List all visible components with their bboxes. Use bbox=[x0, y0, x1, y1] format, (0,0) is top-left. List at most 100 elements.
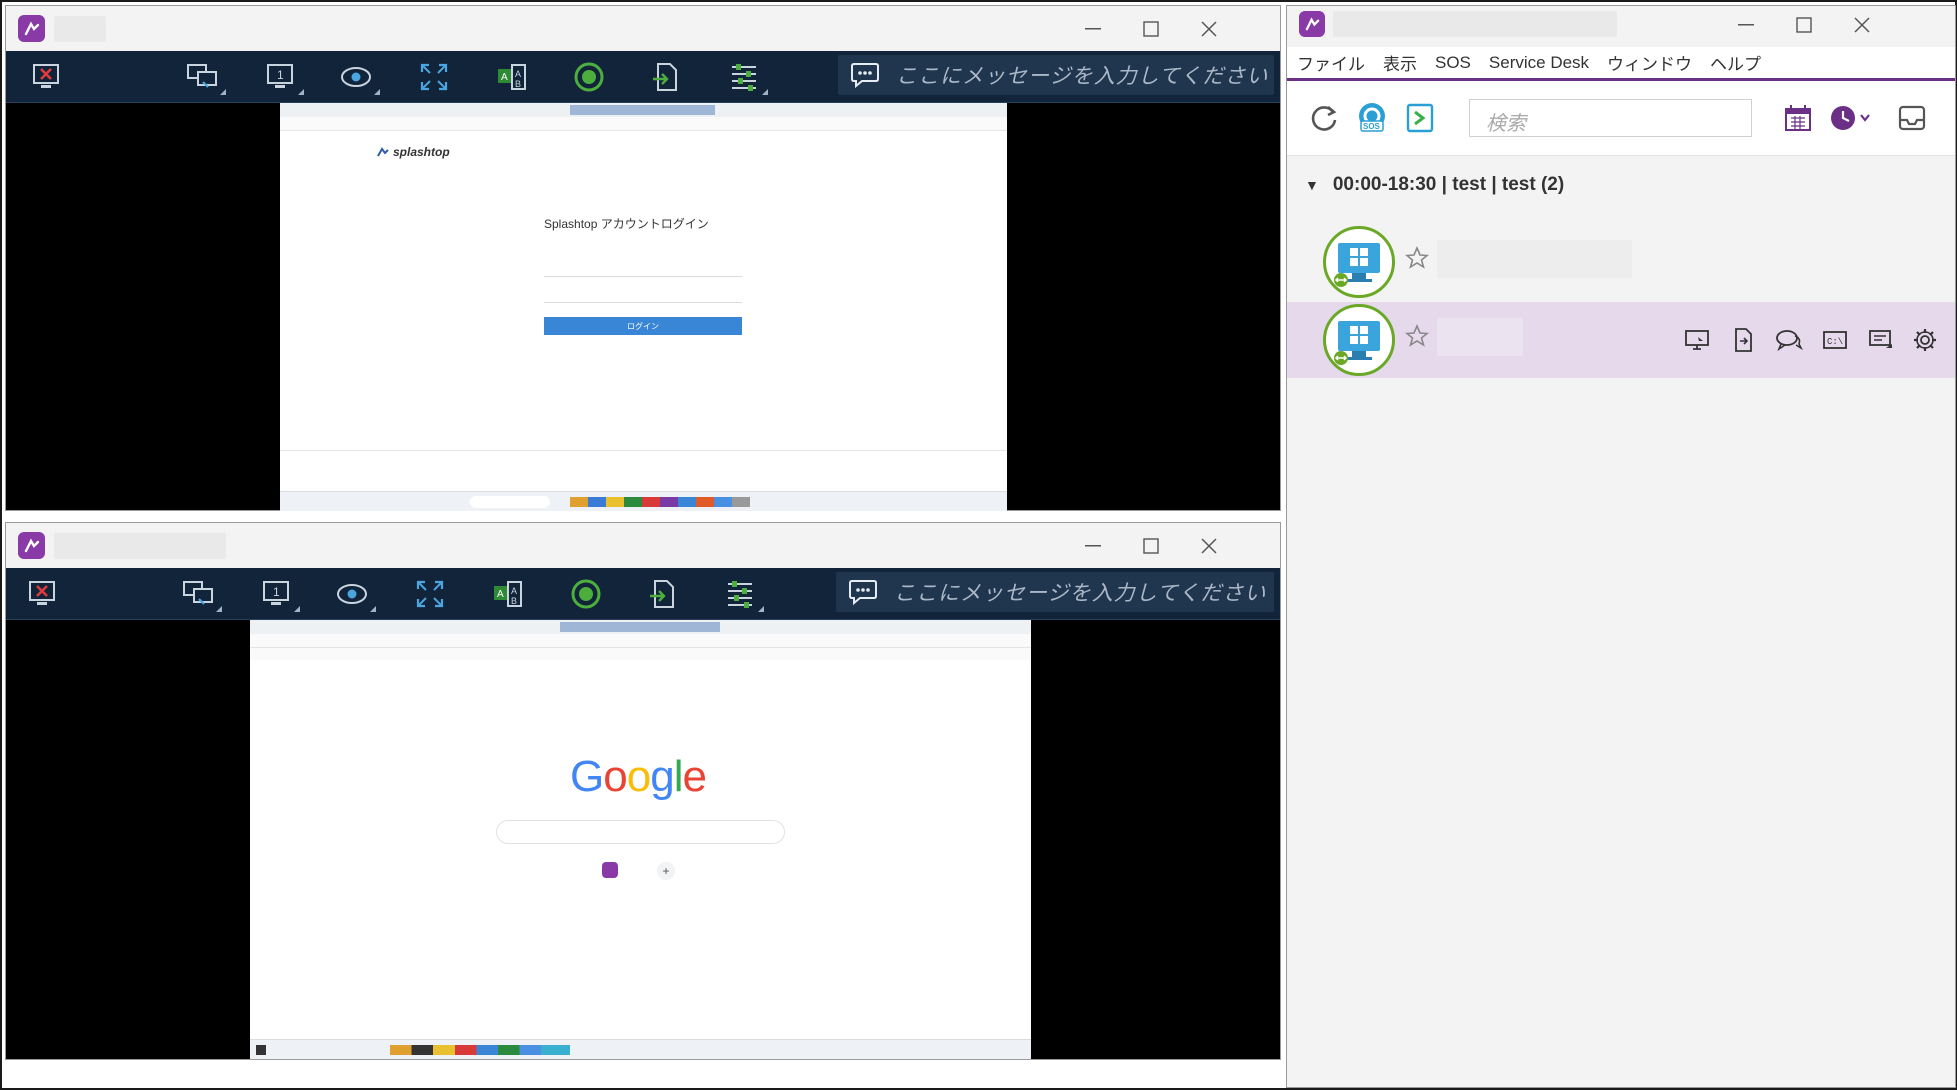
svg-text:C:\: C:\ bbox=[1827, 337, 1843, 347]
menu-file[interactable]: ファイル bbox=[1297, 50, 1365, 75]
refresh-icon[interactable] bbox=[1303, 97, 1345, 139]
computer-row[interactable] bbox=[1287, 224, 1955, 300]
remote-title-pill bbox=[560, 622, 720, 632]
remote-window-bottom: 1 AAB ここにメッセージを入力してください Google + bbox=[5, 522, 1281, 1060]
disconnect-icon[interactable] bbox=[26, 57, 66, 97]
splashtop-logo: splashtop bbox=[376, 145, 450, 159]
switch-monitor-icon[interactable] bbox=[178, 574, 222, 614]
favorite-star-icon[interactable] bbox=[1404, 245, 1433, 274]
maximize-button[interactable] bbox=[1122, 523, 1180, 568]
shortcut-splashtop-icon[interactable] bbox=[602, 862, 618, 878]
remote-title-pill bbox=[570, 105, 715, 115]
bookmarks-bar bbox=[250, 648, 1031, 660]
taskbar-apps bbox=[570, 497, 750, 507]
remote-connect-icon[interactable] bbox=[1399, 97, 1441, 139]
session-toolbar: 1 AAB ここにメッセージを入力してください bbox=[6, 568, 1280, 620]
app-titlebar bbox=[1287, 6, 1955, 44]
minimize-button[interactable] bbox=[1064, 523, 1122, 568]
computer-group-header[interactable]: ▼ 00:00-18:30 | test | test (2) bbox=[1305, 174, 1564, 196]
close-button[interactable] bbox=[1180, 523, 1238, 568]
close-button[interactable] bbox=[1833, 6, 1891, 44]
view-only-eye-icon[interactable] bbox=[336, 57, 380, 97]
file-transfer-icon[interactable] bbox=[1729, 326, 1757, 354]
close-button[interactable] bbox=[1180, 6, 1238, 51]
settings-gear-icon[interactable] bbox=[1911, 326, 1939, 354]
svg-text:A: A bbox=[501, 72, 508, 83]
computer-name-redacted bbox=[1437, 318, 1523, 356]
remote-screen-bottom[interactable]: Google + bbox=[250, 620, 1031, 1059]
switch-monitor-icon[interactable] bbox=[182, 57, 226, 97]
menu-view[interactable]: 表示 bbox=[1383, 50, 1417, 75]
windows-computer-icon bbox=[1323, 226, 1395, 298]
settings-list-icon[interactable] bbox=[724, 57, 768, 97]
chat-input-placeholder[interactable]: ここにメッセージを入力してください bbox=[894, 577, 1266, 607]
app-logo-icon bbox=[18, 532, 45, 559]
taskbar-apps bbox=[390, 1045, 570, 1055]
google-logo: Google bbox=[570, 752, 707, 802]
app-logo-icon bbox=[18, 15, 45, 42]
command-prompt-icon[interactable]: C:\ bbox=[1821, 326, 1849, 354]
remote-desktop-icon[interactable] bbox=[1683, 326, 1711, 354]
browser-addressbar bbox=[250, 634, 1031, 648]
google-logo-letter: g bbox=[650, 752, 675, 801]
chat-bubble-icon bbox=[846, 575, 880, 609]
remote-taskbar bbox=[250, 1039, 1031, 1059]
remote-command-icon[interactable] bbox=[1867, 326, 1895, 354]
file-transfer-icon[interactable] bbox=[643, 574, 683, 614]
menu-window[interactable]: ウィンドウ bbox=[1607, 50, 1692, 75]
favorite-star-icon[interactable] bbox=[1404, 323, 1433, 352]
windows-computer-icon bbox=[1323, 304, 1395, 376]
record-circle-icon[interactable] bbox=[566, 574, 606, 614]
calendar-icon[interactable] bbox=[1777, 97, 1819, 139]
maximize-button[interactable] bbox=[1122, 6, 1180, 51]
svg-text:1: 1 bbox=[277, 68, 284, 82]
maximize-button[interactable] bbox=[1775, 6, 1833, 44]
monitor-1-icon[interactable]: 1 bbox=[256, 574, 300, 614]
add-shortcut-icon[interactable]: + bbox=[657, 862, 675, 880]
file-transfer-icon[interactable] bbox=[646, 57, 686, 97]
screenshot-frame: 1 AAB ここにメッセージを入力してください splashtop Splash… bbox=[0, 0, 1957, 1090]
window-title-redacted bbox=[54, 16, 106, 42]
fullscreen-icon[interactable] bbox=[414, 57, 454, 97]
record-circle-icon[interactable] bbox=[569, 57, 609, 97]
disconnect-icon[interactable] bbox=[22, 574, 62, 614]
chat-message-box[interactable]: ここにメッセージを入力してください bbox=[836, 572, 1274, 612]
svg-text:SOS: SOS bbox=[1363, 122, 1381, 131]
chat-icon[interactable] bbox=[1775, 326, 1803, 354]
email-field[interactable] bbox=[544, 263, 742, 277]
menu-service-desk[interactable]: Service Desk bbox=[1489, 53, 1589, 73]
session-toolbar: 1 AAB ここにメッセージを入力してください bbox=[6, 51, 1280, 103]
google-search-box[interactable] bbox=[496, 820, 785, 844]
remote-screen-top[interactable]: splashtop Splashtop アカウントログイン ログイン bbox=[280, 103, 1007, 511]
search-input[interactable]: 検索 bbox=[1469, 99, 1752, 137]
svg-text:B: B bbox=[515, 79, 521, 89]
file-transfer-ab-icon[interactable]: AAB bbox=[492, 57, 532, 97]
collapse-triangle-icon[interactable]: ▼ bbox=[1305, 177, 1319, 193]
password-field[interactable] bbox=[544, 289, 742, 303]
splashtop-logo-text: splashtop bbox=[393, 145, 450, 159]
app-logo-icon bbox=[1299, 11, 1325, 37]
chat-input-placeholder[interactable]: ここにメッセージを入力してください bbox=[896, 60, 1268, 90]
history-clock-icon[interactable] bbox=[1823, 97, 1879, 139]
svg-text:A: A bbox=[515, 69, 521, 79]
login-button[interactable]: ログイン bbox=[544, 317, 742, 335]
menu-help[interactable]: ヘルプ bbox=[1710, 50, 1761, 75]
chat-message-box[interactable]: ここにメッセージを入力してください bbox=[838, 55, 1274, 95]
remote-window-top: 1 AAB ここにメッセージを入力してください splashtop Splash… bbox=[5, 5, 1281, 511]
sos-icon[interactable]: SOS bbox=[1351, 97, 1393, 139]
file-transfer-ab-icon[interactable]: AAB bbox=[488, 574, 528, 614]
monitor-1-icon[interactable]: 1 bbox=[260, 57, 304, 97]
inbox-icon[interactable] bbox=[1891, 97, 1933, 139]
settings-list-icon[interactable] bbox=[720, 574, 764, 614]
computer-row-selected[interactable]: C:\ bbox=[1287, 302, 1955, 378]
computer-name-redacted bbox=[1437, 240, 1632, 278]
minimize-button[interactable] bbox=[1717, 6, 1775, 44]
fullscreen-icon[interactable] bbox=[410, 574, 450, 614]
minimize-button[interactable] bbox=[1064, 6, 1122, 51]
menu-bar: ファイル 表示 SOS Service Desk ウィンドウ ヘルプ bbox=[1287, 47, 1955, 81]
login-title: Splashtop アカウントログイン bbox=[544, 217, 709, 231]
menu-sos[interactable]: SOS bbox=[1435, 53, 1471, 73]
app-toolbar: SOS 検索 bbox=[1287, 81, 1955, 156]
view-only-eye-icon[interactable] bbox=[332, 574, 376, 614]
svg-text:B: B bbox=[511, 596, 517, 606]
